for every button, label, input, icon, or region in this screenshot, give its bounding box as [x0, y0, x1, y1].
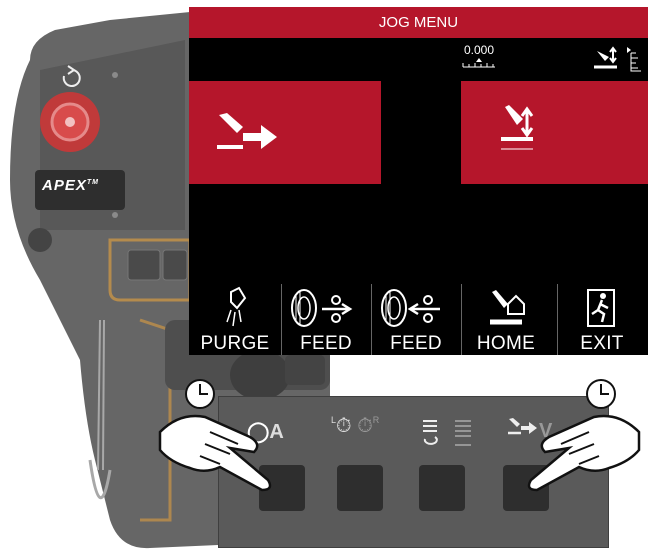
- softkey-label: EXIT: [580, 333, 624, 354]
- softkey-label: FEED: [300, 333, 352, 354]
- position-readout: 0.000: [454, 43, 504, 71]
- keypad-key-3[interactable]: [419, 465, 465, 511]
- timer-left-icon: ⏱: [336, 415, 352, 437]
- jog-horizontal-button[interactable]: [189, 81, 381, 184]
- key2-legend: L⏱ ⏱R: [331, 415, 380, 437]
- timer-right-icon: ⏱: [357, 415, 373, 437]
- torch-z-indicator-icon: [594, 46, 641, 72]
- display-screen: JOG MENU 0.000 PURGE FEED FEED HOME EXIT: [189, 7, 648, 355]
- torch-jog-horizontal-icon: [217, 113, 277, 149]
- softkey-exit[interactable]: EXIT: [557, 284, 646, 355]
- softkey-feed-reverse[interactable]: FEED: [371, 284, 460, 355]
- home-icon: [490, 290, 525, 325]
- wire-feed-reverse-icon: [381, 289, 440, 327]
- softkey-label: HOME: [476, 333, 536, 354]
- ruler-icon: [462, 58, 495, 68]
- softkey-home[interactable]: HOME: [461, 284, 550, 355]
- keypad-key-2[interactable]: [337, 465, 383, 511]
- brand-logo: APEXTM: [42, 177, 99, 194]
- title-bar: JOG MENU: [189, 7, 648, 38]
- torch-jog-vertical-icon: [501, 105, 534, 150]
- screen-title: JOG MENU: [378, 14, 459, 31]
- menu-select-icon: [423, 420, 471, 446]
- softkey-label: PURGE: [200, 333, 270, 354]
- jog-vertical-button[interactable]: [461, 81, 648, 184]
- position-value: 0.000: [463, 43, 495, 57]
- wire-feed-forward-icon: [291, 289, 353, 327]
- hand-pointer-left-icon: [158, 379, 272, 492]
- softkey-feed-forward[interactable]: FEED: [281, 284, 370, 355]
- softkey-purge[interactable]: PURGE: [191, 284, 279, 355]
- purge-icon: [226, 286, 247, 327]
- exit-icon: [587, 289, 615, 327]
- softkey-label: FEED: [390, 333, 442, 354]
- hand-pointer-right-icon: [527, 379, 641, 492]
